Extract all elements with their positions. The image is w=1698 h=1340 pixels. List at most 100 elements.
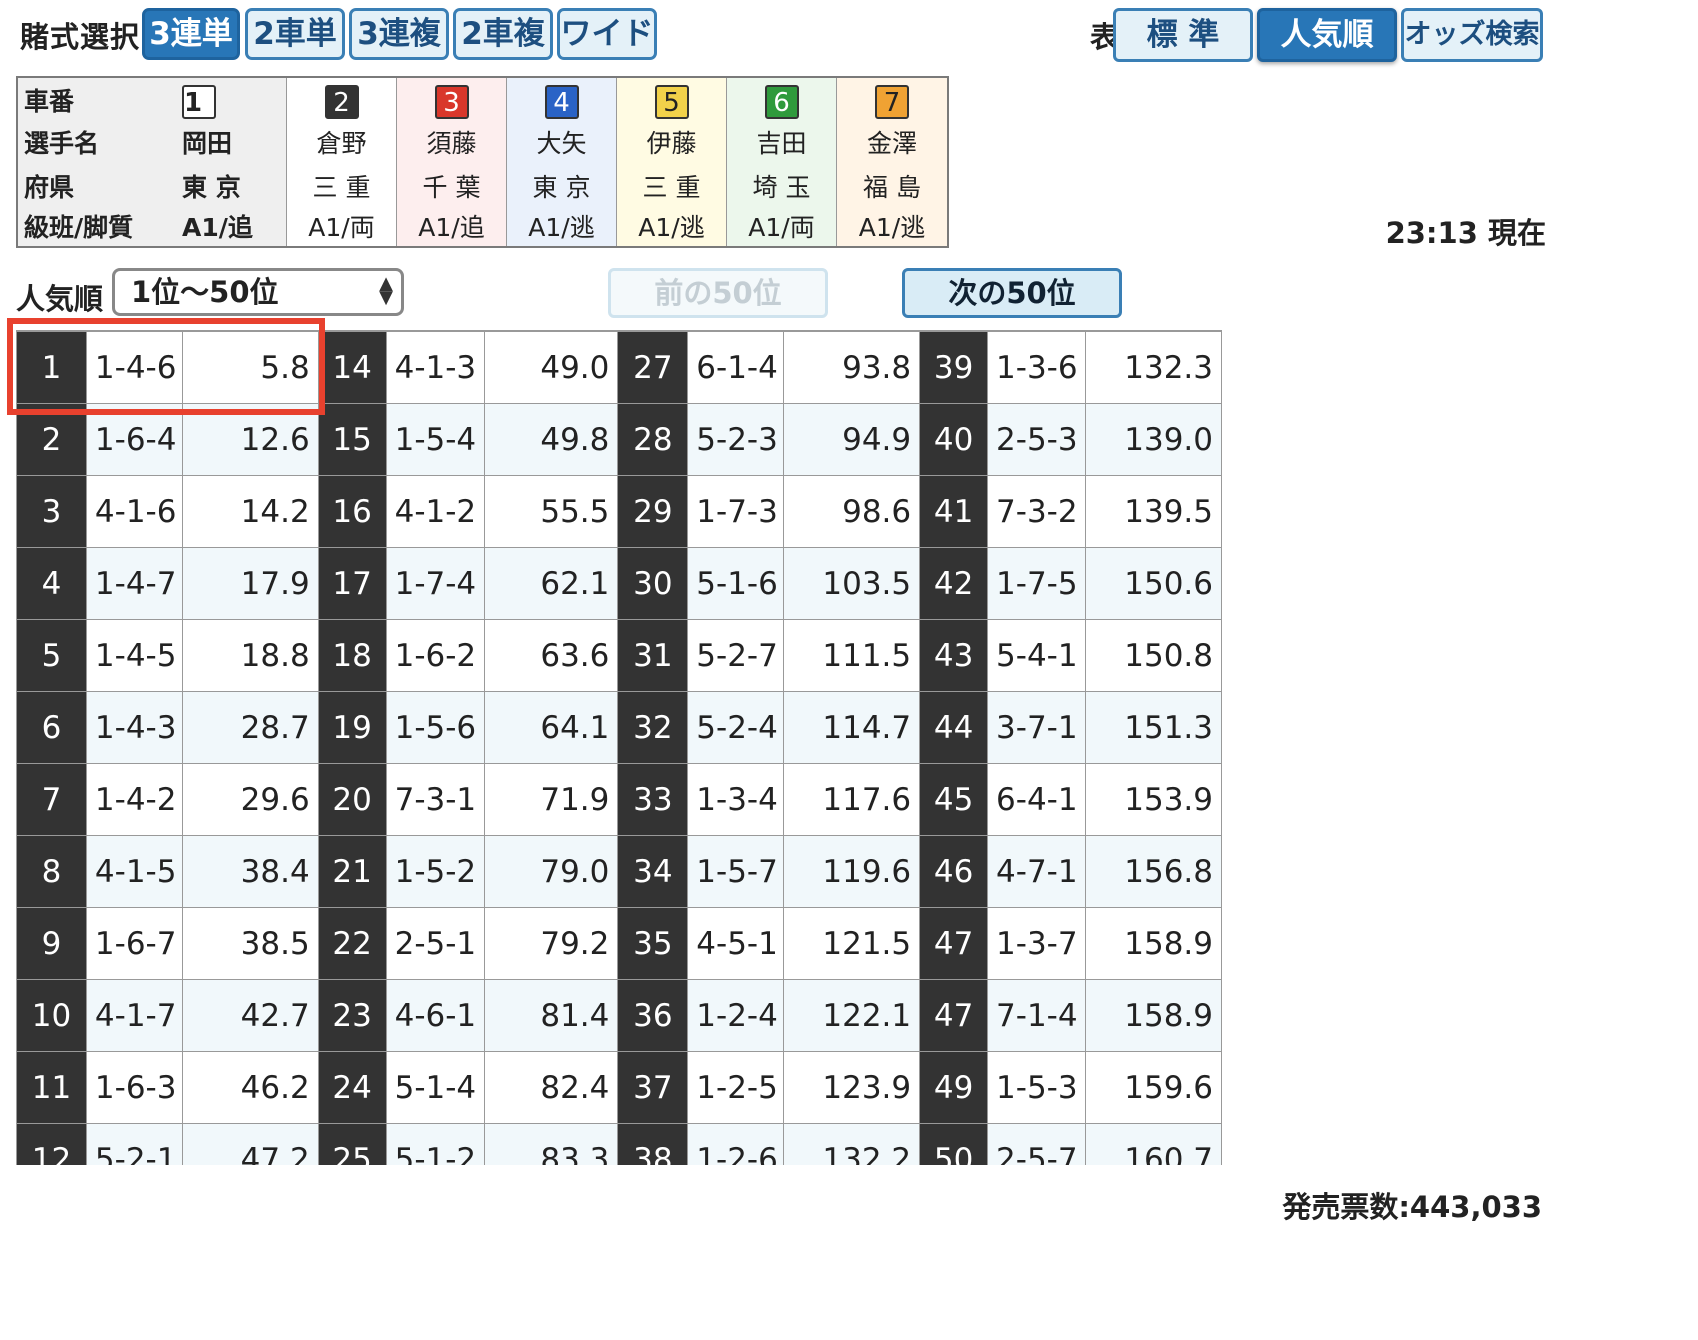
prev-50-button[interactable]: 前の50位 xyxy=(608,268,828,318)
odds-combination-cell[interactable]: 2-5-1 xyxy=(385,907,485,980)
odds-value-cell[interactable]: 98.6 xyxy=(783,475,921,548)
odds-combination-cell[interactable]: 1-4-2 xyxy=(85,763,183,836)
odds-value-cell[interactable]: 63.6 xyxy=(483,619,619,692)
odds-combination-cell[interactable]: 2-5-7 xyxy=(987,1123,1087,1165)
odds-combination-cell[interactable]: 6-1-4 xyxy=(687,331,785,404)
display-standard-button[interactable]: 標 準 xyxy=(1113,8,1253,62)
odds-value-cell[interactable]: 17.9 xyxy=(181,547,319,620)
odds-value-cell[interactable]: 55.5 xyxy=(483,475,619,548)
odds-value-cell[interactable]: 28.7 xyxy=(181,691,319,764)
odds-combination-cell[interactable]: 5-1-6 xyxy=(687,547,785,620)
odds-value-cell[interactable]: 93.8 xyxy=(783,331,921,404)
odds-value-cell[interactable]: 81.4 xyxy=(483,979,619,1052)
odds-combination-cell[interactable]: 5-2-7 xyxy=(687,619,785,692)
odds-combination-cell[interactable]: 1-6-7 xyxy=(85,907,183,980)
odds-value-cell[interactable]: 46.2 xyxy=(181,1051,319,1124)
odds-combination-cell[interactable]: 5-4-1 xyxy=(987,619,1087,692)
odds-value-cell[interactable]: 14.2 xyxy=(181,475,319,548)
popularity-range-select[interactable]: 1位〜50位 ▲ ▼ xyxy=(112,268,404,316)
odds-combination-cell[interactable]: 6-4-1 xyxy=(987,763,1087,836)
odds-value-cell[interactable]: 139.0 xyxy=(1085,403,1222,476)
odds-combination-cell[interactable]: 7-1-4 xyxy=(987,979,1087,1052)
odds-combination-cell[interactable]: 5-1-2 xyxy=(385,1123,485,1165)
odds-combination-cell[interactable]: 1-7-4 xyxy=(385,547,485,620)
odds-value-cell[interactable]: 150.6 xyxy=(1085,547,1222,620)
odds-combination-cell[interactable]: 1-3-7 xyxy=(987,907,1087,980)
odds-value-cell[interactable]: 18.8 xyxy=(181,619,319,692)
odds-value-cell[interactable]: 156.8 xyxy=(1085,835,1222,908)
odds-combination-cell[interactable]: 1-3-4 xyxy=(687,763,785,836)
odds-value-cell[interactable]: 5.8 xyxy=(181,331,319,404)
odds-combination-cell[interactable]: 5-2-3 xyxy=(687,403,785,476)
odds-value-cell[interactable]: 119.6 xyxy=(783,835,921,908)
odds-value-cell[interactable]: 153.9 xyxy=(1085,763,1222,836)
odds-combination-cell[interactable]: 4-1-6 xyxy=(85,475,183,548)
odds-value-cell[interactable]: 38.4 xyxy=(181,835,319,908)
odds-combination-cell[interactable]: 1-2-6 xyxy=(687,1123,785,1165)
display-odds-search-button[interactable]: オッズ検索 xyxy=(1401,8,1543,62)
odds-combination-cell[interactable]: 1-4-3 xyxy=(85,691,183,764)
odds-combination-cell[interactable]: 4-6-1 xyxy=(385,979,485,1052)
odds-combination-cell[interactable]: 7-3-1 xyxy=(385,763,485,836)
odds-combination-cell[interactable]: 2-5-3 xyxy=(987,403,1087,476)
odds-value-cell[interactable]: 29.6 xyxy=(181,763,319,836)
odds-value-cell[interactable]: 158.9 xyxy=(1085,979,1222,1052)
odds-value-cell[interactable]: 160.7 xyxy=(1085,1123,1222,1165)
odds-value-cell[interactable]: 139.5 xyxy=(1085,475,1222,548)
odds-combination-cell[interactable]: 5-1-4 xyxy=(385,1051,485,1124)
odds-combination-cell[interactable]: 1-5-6 xyxy=(385,691,485,764)
odds-value-cell[interactable]: 123.9 xyxy=(783,1051,921,1124)
odds-combination-cell[interactable]: 1-6-3 xyxy=(85,1051,183,1124)
odds-value-cell[interactable]: 79.0 xyxy=(483,835,619,908)
odds-combination-cell[interactable]: 1-4-7 xyxy=(85,547,183,620)
odds-combination-cell[interactable]: 1-6-2 xyxy=(385,619,485,692)
odds-value-cell[interactable]: 83.3 xyxy=(483,1123,619,1165)
odds-value-cell[interactable]: 132.2 xyxy=(783,1123,921,1165)
odds-value-cell[interactable]: 103.5 xyxy=(783,547,921,620)
odds-combination-cell[interactable]: 4-1-3 xyxy=(385,331,485,404)
odds-combination-cell[interactable]: 1-5-2 xyxy=(385,835,485,908)
odds-combination-cell[interactable]: 5-2-1 xyxy=(85,1123,183,1165)
odds-combination-cell[interactable]: 4-1-2 xyxy=(385,475,485,548)
odds-value-cell[interactable]: 151.3 xyxy=(1085,691,1222,764)
odds-value-cell[interactable]: 79.2 xyxy=(483,907,619,980)
odds-value-cell[interactable]: 47.2 xyxy=(181,1123,319,1165)
odds-combination-cell[interactable]: 7-3-2 xyxy=(987,475,1087,548)
odds-value-cell[interactable]: 49.0 xyxy=(483,331,619,404)
odds-value-cell[interactable]: 114.7 xyxy=(783,691,921,764)
odds-value-cell[interactable]: 122.1 xyxy=(783,979,921,1052)
odds-combination-cell[interactable]: 1-2-5 xyxy=(687,1051,785,1124)
odds-value-cell[interactable]: 132.3 xyxy=(1085,331,1222,404)
odds-value-cell[interactable]: 38.5 xyxy=(181,907,319,980)
odds-combination-cell[interactable]: 4-7-1 xyxy=(987,835,1087,908)
odds-value-cell[interactable]: 71.9 xyxy=(483,763,619,836)
bet-type-2shafuku-button[interactable]: 2車複 xyxy=(453,8,553,60)
odds-combination-cell[interactable]: 3-7-1 xyxy=(987,691,1087,764)
odds-value-cell[interactable]: 159.6 xyxy=(1085,1051,1222,1124)
odds-value-cell[interactable]: 82.4 xyxy=(483,1051,619,1124)
odds-combination-cell[interactable]: 4-5-1 xyxy=(687,907,785,980)
odds-combination-cell[interactable]: 1-5-4 xyxy=(385,403,485,476)
odds-combination-cell[interactable]: 4-1-5 xyxy=(85,835,183,908)
odds-combination-cell[interactable]: 4-1-7 xyxy=(85,979,183,1052)
odds-combination-cell[interactable]: 1-3-6 xyxy=(987,331,1087,404)
bet-type-2shatan-button[interactable]: 2車単 xyxy=(245,8,345,60)
bet-type-3rentan-button[interactable]: 3連単 xyxy=(142,8,240,60)
bet-type-3renpuku-button[interactable]: 3連複 xyxy=(349,8,449,60)
odds-combination-cell[interactable]: 1-4-5 xyxy=(85,619,183,692)
odds-value-cell[interactable]: 62.1 xyxy=(483,547,619,620)
odds-value-cell[interactable]: 12.6 xyxy=(181,403,319,476)
odds-combination-cell[interactable]: 1-4-6 xyxy=(85,331,183,404)
odds-combination-cell[interactable]: 1-7-5 xyxy=(987,547,1087,620)
odds-value-cell[interactable]: 49.8 xyxy=(483,403,619,476)
odds-combination-cell[interactable]: 1-7-3 xyxy=(687,475,785,548)
display-popularity-button[interactable]: 人気順 xyxy=(1257,8,1397,62)
odds-value-cell[interactable]: 150.8 xyxy=(1085,619,1222,692)
odds-value-cell[interactable]: 42.7 xyxy=(181,979,319,1052)
odds-combination-cell[interactable]: 5-2-4 xyxy=(687,691,785,764)
odds-value-cell[interactable]: 94.9 xyxy=(783,403,921,476)
odds-value-cell[interactable]: 121.5 xyxy=(783,907,921,980)
odds-combination-cell[interactable]: 1-6-4 xyxy=(85,403,183,476)
odds-combination-cell[interactable]: 1-5-7 xyxy=(687,835,785,908)
odds-value-cell[interactable]: 64.1 xyxy=(483,691,619,764)
